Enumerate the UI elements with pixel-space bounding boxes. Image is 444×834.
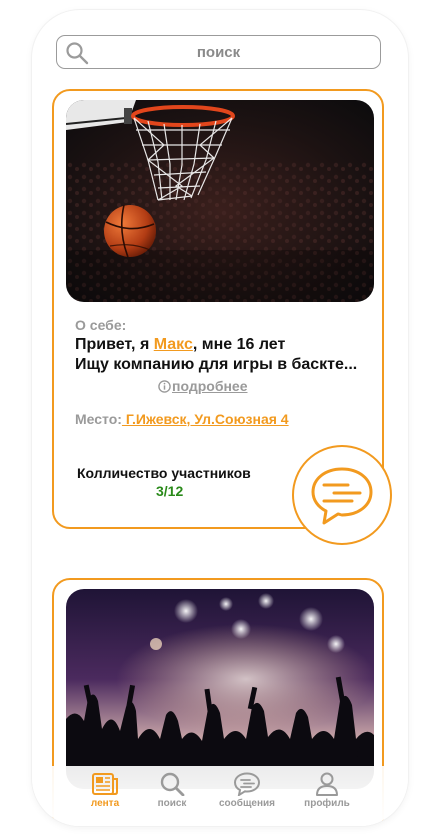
bottom-tab-bar: лента поиск сообщения профиль [32,766,408,826]
phone-screen: поиск О себе: Привет, я Макс, мне 16 лет… [32,10,408,826]
newspaper-icon [92,773,118,795]
participants-count: 3/12 [156,483,184,499]
chat-bubble-icon [311,467,373,525]
basketball-hoop-photo [66,100,374,302]
tab-label: поиск [157,798,187,809]
post-card[interactable]: О себе: Привет, я Макс, мне 16 лет Ищу к… [52,89,392,545]
tab-search[interactable]: поиск [137,772,207,809]
chat-icon [233,772,261,796]
search-bar[interactable]: поиск [56,35,381,69]
more-link-label: подробнее [172,378,248,394]
more-link[interactable]: подробнее [158,378,248,394]
search-icon [160,772,185,796]
tab-label: профиль [304,798,350,809]
chat-button[interactable] [292,445,392,545]
search-placeholder: поиск [196,44,241,61]
greeting-line: Привет, я Макс, мне 16 лет [75,336,285,354]
place-address-link[interactable]: Г.Ижевск, Ул.Союзная 4 [122,411,289,427]
tab-profile[interactable]: профиль [292,772,362,809]
info-icon [158,380,171,393]
tab-feed[interactable]: лента [70,772,140,809]
place-label: Место: [75,411,122,427]
tab-messages[interactable]: сообщения [212,772,282,809]
place-row: Место: Г.Ижевск, Ул.Союзная 4 [75,411,289,427]
greeting-suffix: , мне 16 лет [192,336,286,353]
concert-crowd-photo [66,589,374,789]
participants-label: Колличество участников [77,465,251,481]
user-icon [316,772,338,796]
greeting-prefix: Привет, я [75,336,150,353]
author-name-link[interactable]: Макс [154,336,193,353]
tab-label: лента [90,798,120,809]
about-label: О себе: [75,317,127,333]
tab-label: сообщения [219,798,275,809]
post-description: Ищу компанию для игры в баскте... [75,356,358,373]
